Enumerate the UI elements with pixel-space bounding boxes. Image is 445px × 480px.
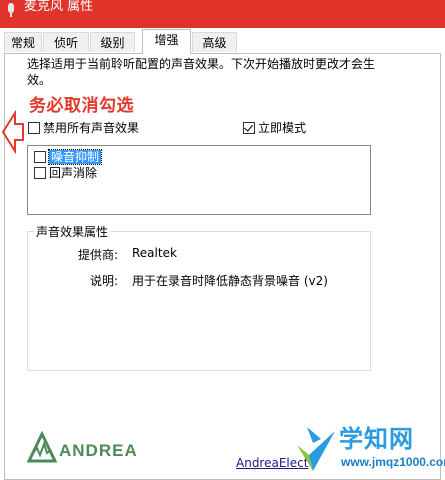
andrea-logo: ANDREA	[27, 431, 177, 465]
effect-description-value: 用于在录音时降低静态背景噪音 (v2)	[132, 274, 328, 288]
red-arrow-icon	[1, 110, 24, 154]
immediate-mode-label: 立即模式	[258, 121, 307, 135]
provider-label: 提供商:	[77, 248, 118, 262]
checkbox-box[interactable]	[34, 150, 46, 163]
watermark-title: 学知网	[339, 425, 414, 453]
list-item-echo-cancellation[interactable]: 回声消除	[34, 165, 97, 180]
microphone-icon	[8, 3, 14, 17]
watermark-url: www.jmqz1000.com	[341, 455, 445, 469]
tab-enhancements[interactable]: 增强	[142, 29, 191, 54]
tab-advanced[interactable]: 高级	[192, 32, 237, 52]
title-bar[interactable]: 麦克风 属性	[0, 0, 445, 28]
enhancements-panel: 选择适用于当前聆听配置的声音效果。下次开始播放时更改才会生效。 务必取消勾选 禁…	[1, 53, 441, 480]
immediate-mode-checkbox[interactable]: 立即模式	[243, 120, 306, 136]
tab-strip: 常规 侦听 级别 增强 高级	[4, 29, 441, 54]
watermark-check-icon	[297, 427, 335, 471]
tab-levels[interactable]: 级别	[90, 32, 135, 52]
provider-value: Realtek	[132, 246, 177, 260]
checkbox-box[interactable]	[34, 166, 46, 179]
disable-all-effects-label: 禁用所有声音效果	[43, 121, 140, 135]
checkbox-box-checked[interactable]	[243, 122, 255, 134]
watermark: 学知网 www.jmqz1000.com	[295, 425, 445, 480]
effect-properties-group: 声音效果属性 提供商: Realtek 说明: 用于在录音时降低静态背景噪音 (…	[27, 226, 371, 371]
list-item-noise-suppression[interactable]: 噪音抑制	[34, 148, 103, 165]
effect-description-label: 说明:	[89, 274, 118, 288]
list-item-label: 噪音抑制	[47, 148, 103, 165]
list-item-label: 回声消除	[49, 166, 98, 180]
group-title: 声音效果属性	[34, 225, 111, 239]
window-title: 麦克风 属性	[24, 0, 94, 14]
tab-listen[interactable]: 侦听	[43, 32, 89, 52]
andrea-logo-text: ANDREA	[59, 441, 138, 460]
description-text: 选择适用于当前聆听配置的声音效果。下次开始播放时更改才会生效。	[27, 57, 376, 87]
andrea-logo-icon	[27, 431, 57, 463]
effects-list[interactable]: 噪音抑制 回声消除	[27, 145, 371, 215]
disable-all-effects-checkbox[interactable]: 禁用所有声音效果	[28, 120, 139, 136]
tab-general[interactable]: 常规	[4, 32, 42, 52]
checkbox-box[interactable]	[28, 122, 40, 134]
annotation-text: 务必取消勾选	[29, 96, 134, 116]
